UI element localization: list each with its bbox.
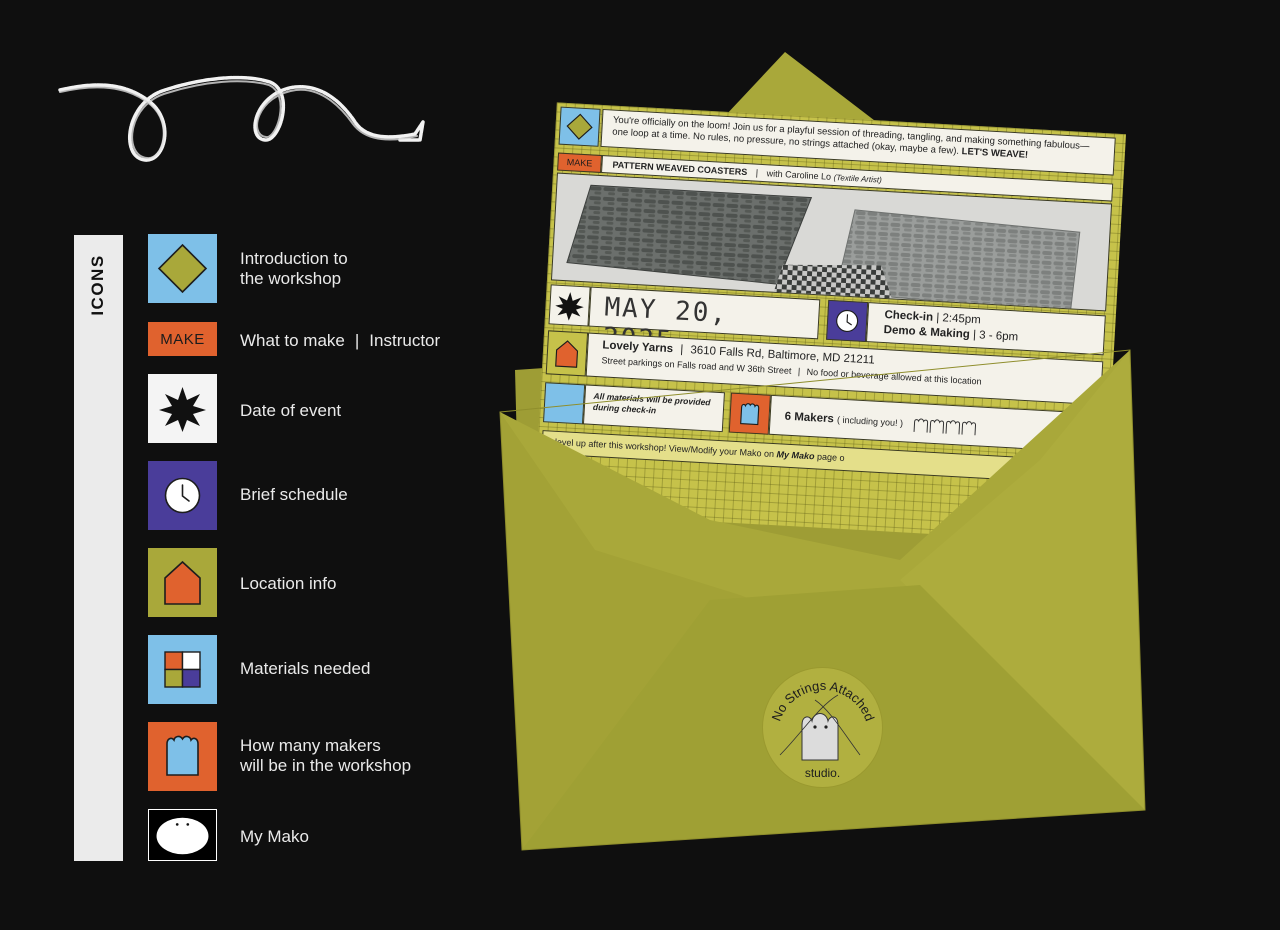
legend-make-what: What to make	[240, 331, 345, 350]
legend-location-text: Location info	[240, 574, 337, 593]
separator: |	[354, 331, 360, 350]
legend-makers-line2: will be in the workshop	[240, 756, 412, 775]
seal-studio-text: studio.	[805, 766, 840, 780]
mako-figure-icon	[148, 722, 217, 791]
house-icon	[148, 548, 217, 617]
scribble-loops-decoration	[58, 75, 425, 162]
legend-intro-line1: Introduction to	[240, 249, 348, 268]
legend-intro-text: Introduction to the workshop	[240, 249, 348, 289]
seal-sticker: No Strings Attached studio.	[760, 665, 885, 790]
legend-date-text: Date of event	[240, 401, 342, 420]
star-burst-icon	[148, 374, 217, 443]
legend-makers-text: How many makers will be in the workshop	[240, 736, 411, 776]
legend-makers-line1: How many makers	[240, 736, 381, 755]
legend-schedule-text: Brief schedule	[240, 485, 348, 504]
clock-icon	[148, 461, 217, 530]
diamond-icon	[148, 234, 217, 303]
mako-blob-icon	[148, 809, 217, 861]
legend-make-instructor: Instructor	[369, 331, 441, 350]
legend-materials-text: Materials needed	[240, 659, 371, 678]
legend-intro-line2: the workshop	[240, 269, 342, 288]
legend-make-text: What to make | Instructor	[240, 331, 440, 351]
icons-bar-label: ICONS	[88, 254, 107, 316]
icons-sidebar-bar: ICONS	[74, 235, 123, 861]
legend-mako-text: My Mako	[240, 827, 309, 846]
materials-grid-icon	[148, 635, 217, 704]
make-tag: MAKE	[148, 322, 217, 356]
